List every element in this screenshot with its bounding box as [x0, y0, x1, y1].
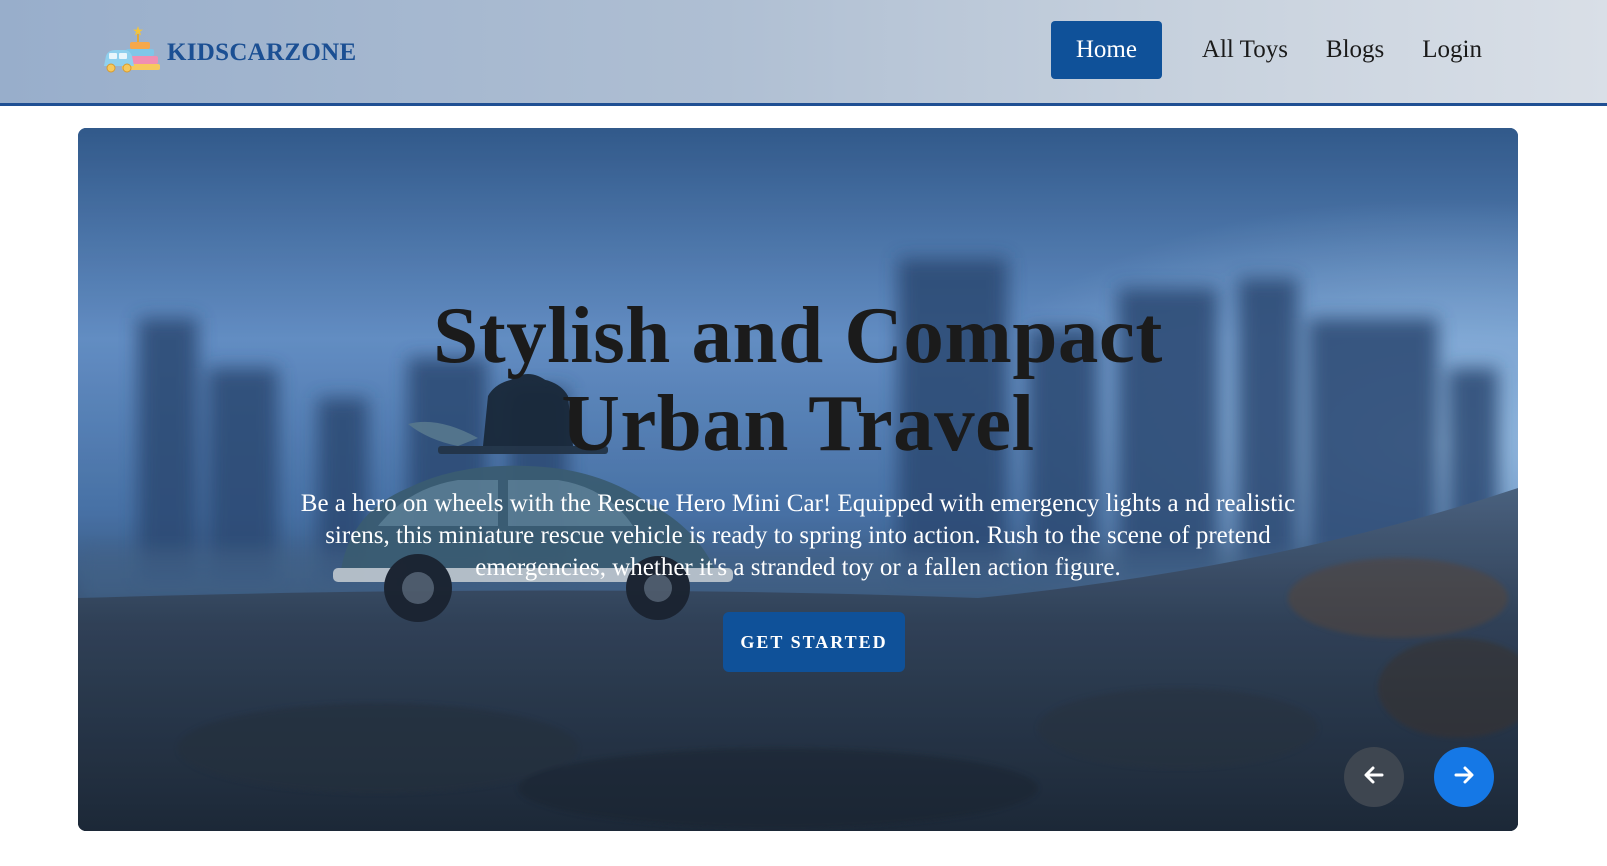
brand-name: KIDSCARZONE	[167, 39, 357, 66]
carousel-next-button[interactable]	[1434, 747, 1494, 807]
hero-description: Be a hero on wheels with the Rescue Hero…	[300, 490, 1296, 581]
hero-carousel: Stylish and Compact Urban Travel Be a he…	[78, 128, 1518, 831]
brand[interactable]: KIDSCARZONE	[102, 24, 356, 76]
hero-content: Stylish and Compact Urban Travel Be a he…	[78, 128, 1518, 831]
get-started-button[interactable]: GET STARTED	[723, 612, 905, 672]
arrow-right-icon	[1452, 763, 1476, 792]
arrow-left-icon	[1362, 763, 1386, 792]
nav-all-toys-link[interactable]: All Toys	[1183, 21, 1307, 79]
nav-blogs-link[interactable]: Blogs	[1307, 21, 1403, 79]
navbar: KIDSCARZONE Home All Toys Blogs Login	[0, 0, 1607, 106]
hero-title-line-2: Urban Travel	[561, 378, 1035, 468]
carousel-prev-button[interactable]	[1344, 747, 1404, 807]
toy-car-stack-icon	[102, 24, 162, 76]
nav-login-link[interactable]: Login	[1403, 21, 1501, 79]
nav-home-link[interactable]: Home	[1050, 21, 1162, 79]
hero-title: Stylish and Compact Urban Travel	[78, 291, 1518, 467]
hero-title-line-1: Stylish and Compact	[433, 290, 1163, 380]
main-nav: Home All Toys Blogs Login	[1050, 21, 1501, 79]
